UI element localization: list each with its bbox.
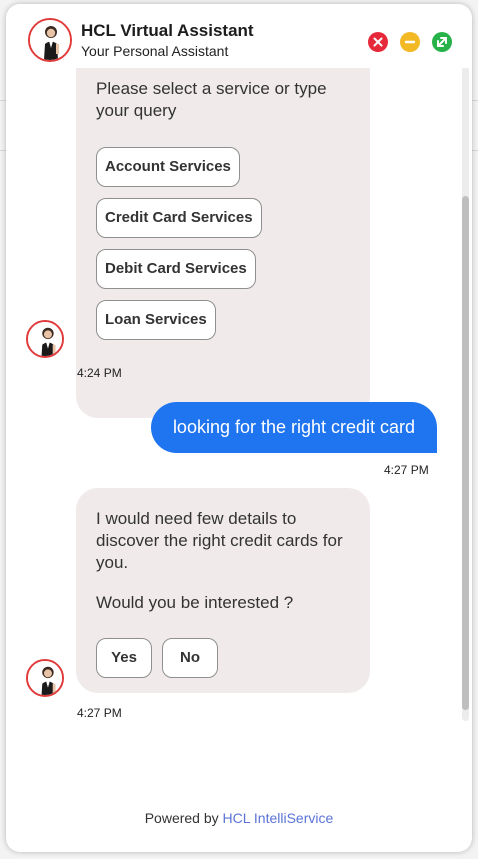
message-list[interactable]: Please select a service or type your que… [6, 68, 472, 808]
bot-message-text: Please select a service or type your que… [96, 79, 327, 120]
user-message-bubble: looking for the right credit card [151, 402, 437, 453]
assistant-avatar-icon [28, 661, 62, 695]
maximize-button[interactable] [432, 32, 452, 52]
message-timestamp: 4:27 PM [384, 463, 429, 477]
expand-icon [437, 37, 447, 47]
assistant-avatar-icon [30, 20, 70, 60]
chat-widget: HCL Virtual Assistant Your Personal Assi… [6, 4, 472, 852]
minus-icon [404, 40, 416, 44]
close-icon [373, 37, 383, 47]
footer-prefix: Powered by [144, 810, 219, 826]
minimize-button[interactable] [400, 32, 420, 52]
option-account-services[interactable]: Account Services [96, 147, 240, 187]
option-credit-card-services[interactable]: Credit Card Services [96, 198, 262, 238]
message-timestamp: 4:24 PM [77, 366, 122, 380]
option-loan-services[interactable]: Loan Services [96, 300, 216, 340]
assistant-title: HCL Virtual Assistant [81, 21, 254, 40]
bot-message-text: I would need few details to discover the… [96, 509, 343, 572]
bot-message-bubble: I would need few details to discover the… [76, 488, 370, 693]
assistant-subtitle: Your Personal Assistant [81, 43, 229, 59]
powered-by-footer: Powered by HCL IntelliService [6, 810, 472, 836]
footer-link[interactable]: HCL IntelliService [223, 810, 334, 826]
chat-header: HCL Virtual Assistant Your Personal Assi… [6, 4, 472, 68]
bot-message-text: Would you be interested ? [96, 593, 294, 612]
message-timestamp: 4:27 PM [77, 706, 122, 720]
assistant-avatar-icon [28, 322, 62, 356]
close-button[interactable] [368, 32, 388, 52]
option-debit-card-services[interactable]: Debit Card Services [96, 249, 256, 289]
user-message-text: looking for the right credit card [172, 417, 416, 437]
option-no[interactable]: No [162, 638, 218, 678]
option-yes[interactable]: Yes [96, 638, 152, 678]
bot-avatar [26, 659, 64, 697]
assistant-avatar [28, 18, 72, 62]
bot-avatar [26, 320, 64, 358]
scrollbar-thumb[interactable] [462, 196, 469, 710]
